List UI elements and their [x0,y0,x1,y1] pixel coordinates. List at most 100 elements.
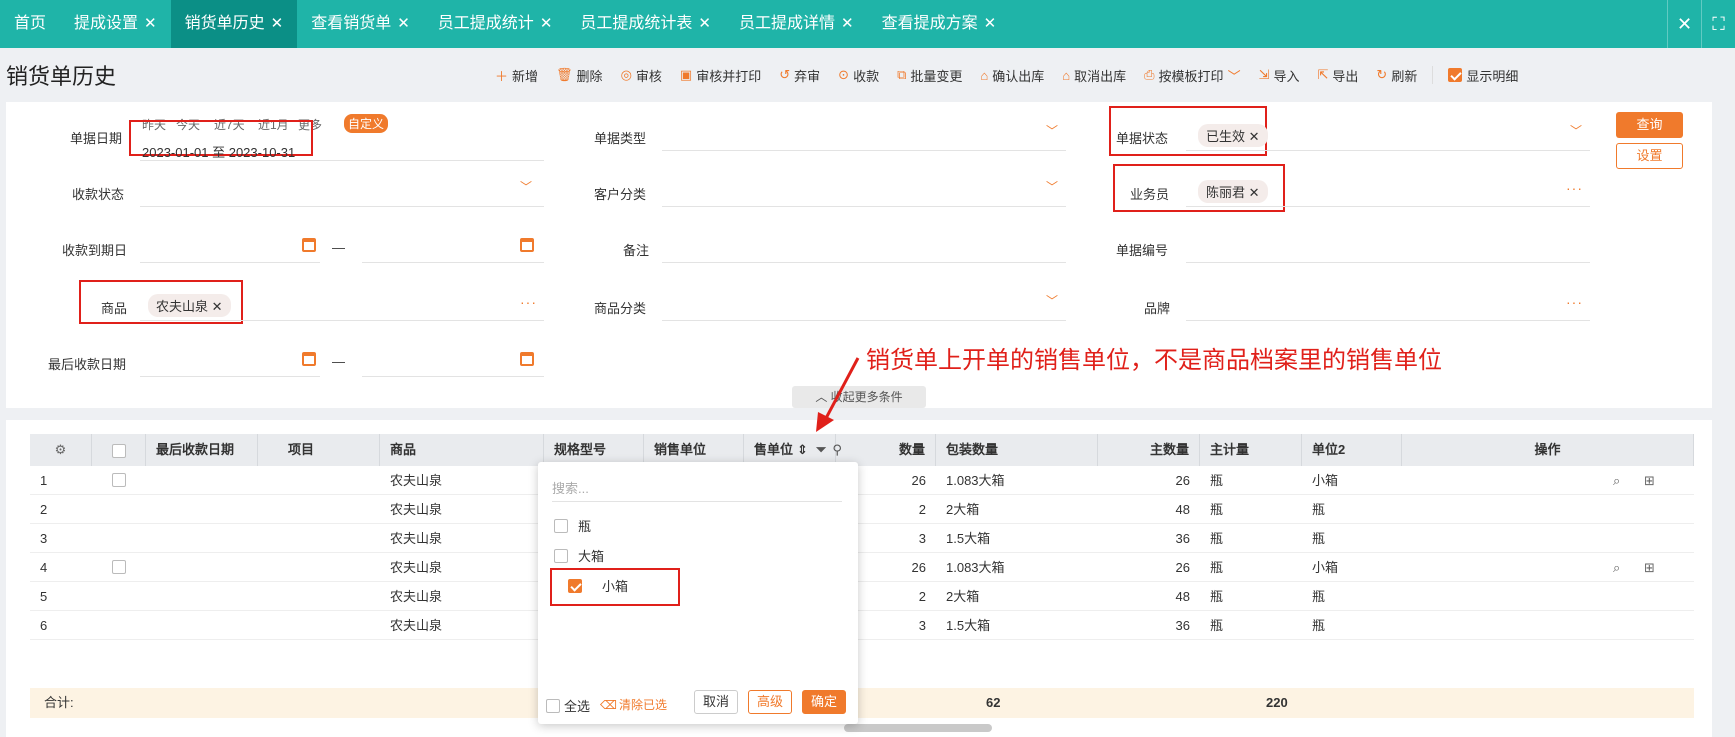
query-button[interactable]: 查询 [1616,112,1683,138]
field-underline [362,376,544,377]
table-row[interactable]: 4 农夫山泉 26 1.083大箱 26 瓶小箱 ⌕ ⊞ [30,553,1694,582]
tab-3[interactable]: 销货单历史 ✕ [170,0,298,48]
doc-type-chevron-icon[interactable]: ﹀ [1046,122,1058,139]
show-detail-toggle[interactable]: 显示明细 [1439,66,1527,85]
close-icon[interactable]: ✕ [540,0,553,48]
toolbar-button-11[interactable]: ⇲ 导入 [1250,66,1309,85]
column-header[interactable]: 最后收款日期 [146,434,258,466]
calendar-icon[interactable] [520,352,534,366]
column-header[interactable]: 项目 [278,434,380,466]
grid-menu-icon[interactable]: ⊞ [1644,553,1655,582]
header-checkbox[interactable] [111,443,126,458]
unit-option-checkbox[interactable] [554,548,568,563]
dropdown-search-input[interactable]: 搜索... [552,476,842,502]
fullscreen-icon[interactable]: ⛶ [1701,0,1735,48]
tab-7[interactable]: 员工提成详情 ✕ [725,0,868,48]
toolbar-button-6[interactable]: ⊙ 收款 [829,66,888,85]
row-checkbox[interactable] [112,560,126,574]
toolbar-button-13[interactable]: ↻ 刷新 [1367,66,1426,85]
salesman-tag[interactable]: 陈丽君 ✕ [1198,180,1268,203]
page-title: 销货单历史 [6,64,117,89]
close-icon[interactable]: ✕ [698,0,711,48]
calendar-icon[interactable] [302,352,316,366]
grid-menu-icon[interactable]: ⊞ [1644,466,1655,495]
doc-status-tag[interactable]: 已生效 ✕ [1198,124,1268,147]
unit2-cell: 瓶 [1312,618,1326,633]
goods-more-icon[interactable]: ··· [520,294,537,310]
toolbar-button-7[interactable]: ⧉ 批量变更 [888,66,971,85]
tab-1[interactable]: 首页 [0,0,60,48]
select-all-checkbox[interactable] [546,698,560,713]
doc-status-chevron-icon[interactable]: ﹀ [1570,122,1582,139]
toolbar-label: 取消出库 [1074,68,1127,84]
tab-4[interactable]: 查看销货单 ✕ [297,0,424,48]
toolbar-button-8[interactable]: ⌂ 确认出库 [971,66,1053,85]
tab-8[interactable]: 查看提成方案 ✕ [868,0,1011,48]
sort-icon[interactable]: ⇕ [797,442,808,457]
chevron-down-icon[interactable]: ﹀ [1228,66,1241,85]
quick-date-6[interactable]: 自定义 [344,114,389,133]
toolbar-button-4[interactable]: ▣ 审核并打印 [671,66,770,85]
remove-tag-icon[interactable]: ✕ [212,299,223,314]
field-underline [1186,150,1590,151]
close-icon[interactable]: ✕ [841,0,854,48]
close-icon[interactable]: ✕ [271,0,284,48]
unit-option-checkbox[interactable] [554,518,568,533]
tab-6[interactable]: 员工提成统计表 ✕ [566,0,725,48]
salesman-more-icon[interactable]: ··· [1566,180,1583,196]
select-all-rows[interactable] [92,434,146,466]
toolbar-button-5[interactable]: ↺ 弃审 [770,66,829,85]
table-row[interactable]: 3 农夫山泉 3 1.5大箱 36 瓶瓶 [30,524,1694,553]
column-header[interactable]: 包装数量 [936,434,1098,466]
toolbar-button-9[interactable]: ⌂ 取消出库 [1053,66,1135,85]
close-icon[interactable]: ✕ [984,0,997,48]
field-underline [140,160,544,161]
table-row[interactable]: 1 农夫山泉 26 1.083大箱 26 瓶小箱 ⌕ ⊞ [30,466,1694,495]
column-settings-icon[interactable]: ⚙ [30,434,92,466]
tab-2[interactable]: 提成设置 ✕ [60,0,171,48]
close-window-icon[interactable]: ✕ [1667,0,1701,48]
tab-5[interactable]: 员工提成统计 ✕ [424,0,567,48]
column-header[interactable]: 商品 [380,434,544,466]
calendar-icon[interactable] [520,238,534,252]
pay-status-chevron-icon[interactable]: ﹀ [520,178,532,195]
select-all-option[interactable]: 全选 [546,696,590,715]
remove-tag-icon[interactable]: ✕ [1249,129,1260,144]
advanced-button[interactable]: 高级 [748,690,793,714]
close-icon[interactable]: ✕ [144,0,157,48]
remove-tag-icon[interactable]: ✕ [1249,185,1260,200]
view-detail-icon[interactable]: ⌕ [1613,553,1620,582]
row-checkbox[interactable] [112,473,126,487]
table-row[interactable]: 2 农夫山泉 2 2大箱 48 瓶瓶 [30,495,1694,524]
toolbar-button-2[interactable]: 🗑 删除 [547,66,612,85]
row-number: 3 [40,531,48,546]
horizontal-scrollbar[interactable] [844,724,992,732]
doc-date-range[interactable]: 2023-01-01 至 2023-10-31 [142,142,295,161]
close-icon[interactable]: ✕ [397,0,410,48]
column-header[interactable]: 单位2 [1302,434,1402,466]
goods-class-chevron-icon[interactable]: ﹀ [1046,292,1058,309]
filter-icon[interactable]: ⏷ [816,442,826,457]
column-header[interactable]: 主数量 [1098,434,1200,466]
toolbar-button-3[interactable]: ◎ 审核 [612,66,671,85]
column-header[interactable]: 主计量 [1200,434,1302,466]
confirm-button[interactable]: 确定 [802,690,847,714]
table-row[interactable]: 5 农夫山泉 2 2大箱 48 瓶瓶 [30,582,1694,611]
toolbar-button-12[interactable]: ⇱ 导出 [1309,66,1368,85]
toolbar-button-1[interactable]: ＋新增 [486,66,547,85]
column-header[interactable]: 操作 [1402,434,1694,466]
clear-selected-link[interactable]: ⌫ 清除已选 [600,696,667,713]
settings-button[interactable]: 设置 [1616,143,1683,169]
calendar-icon[interactable] [302,238,316,252]
cust-class-chevron-icon[interactable]: ﹀ [1046,178,1058,195]
goods-tag[interactable]: 农夫山泉 ✕ [148,294,231,317]
table-row[interactable]: 6 农夫山泉 3 1.5大箱 36 瓶瓶 [30,611,1694,640]
main-unit-cell: 瓶 [1210,502,1224,517]
view-detail-icon[interactable]: ⌕ [1613,466,1620,495]
cancel-button[interactable]: 取消 [694,690,739,714]
unit-option[interactable]: 瓶 [554,516,591,535]
show-detail-checkbox[interactable] [1448,68,1463,82]
toolbar-button-10[interactable]: ⎙ 按模板打印 ﹀ [1135,66,1249,85]
brand-more-icon[interactable]: ··· [1566,294,1583,310]
unit-option[interactable]: 大箱 [554,546,604,565]
